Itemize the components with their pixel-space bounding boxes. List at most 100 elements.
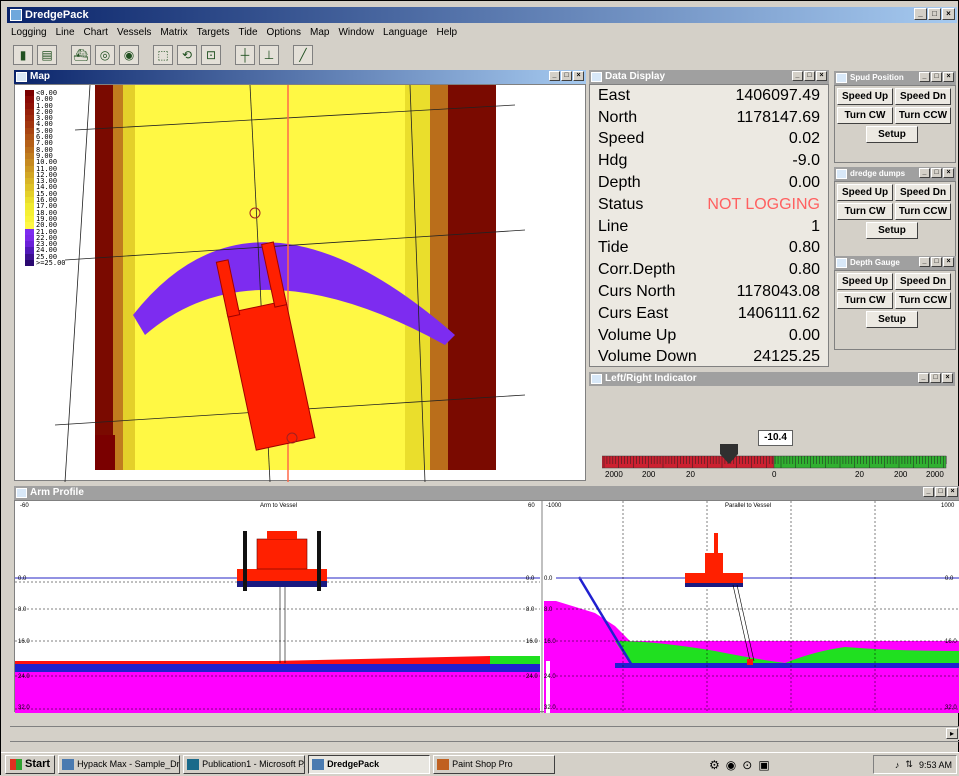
turn-cw-button[interactable]: Turn CW — [837, 292, 893, 309]
menu-help[interactable]: Help — [437, 27, 458, 38]
close-icon[interactable]: × — [943, 168, 954, 178]
speed-up-button[interactable]: Speed Up — [837, 184, 893, 201]
minimize-icon[interactable]: _ — [792, 71, 803, 81]
setup-button[interactable]: Setup — [866, 126, 918, 143]
right-depth-label-right: 0.0 — [945, 576, 954, 582]
panel-titlebar-1[interactable]: dredge dumps _ □ × — [834, 167, 956, 181]
menu-logging[interactable]: Logging — [11, 27, 47, 38]
panel-titlebar-2[interactable]: Depth Gauge _ □ × — [834, 256, 956, 270]
maximize-icon[interactable]: □ — [804, 71, 815, 81]
map-canvas[interactable]: <0.00 0.00 1.00 2.00 3.00 4.00 5.00 6.00 7.00 8.0… — [14, 84, 586, 482]
task-dredgepack[interactable]: DredgePack — [308, 755, 431, 774]
lr-tick-label: 0 — [772, 470, 777, 479]
turn-ccw-button[interactable]: Turn CCW — [895, 203, 951, 220]
close-icon[interactable]: × — [943, 72, 954, 82]
speaker-icon[interactable]: ♪ — [895, 760, 900, 770]
maximize-icon[interactable]: □ — [931, 72, 942, 82]
turn-ccw-button[interactable]: Turn CCW — [895, 107, 951, 124]
data-row-label: Curs East — [598, 304, 669, 322]
close-icon[interactable]: × — [943, 257, 954, 267]
close-icon[interactable]: × — [947, 487, 958, 497]
turn-cw-button[interactable]: Turn CW — [837, 203, 893, 220]
network-icon[interactable]: ⇅ — [905, 759, 913, 770]
vessel-icon[interactable]: ⛴ — [71, 45, 91, 65]
folder-quicklaunch-icon[interactable]: ▣ — [758, 758, 769, 772]
minimize-icon[interactable]: _ — [919, 72, 930, 82]
start-button[interactable]: Start — [5, 755, 56, 774]
turn-ccw-button[interactable]: Turn CCW — [895, 292, 951, 309]
horizontal-scrollbar[interactable]: ▸ — [10, 726, 959, 740]
speed-up-button[interactable]: Speed Up — [837, 88, 893, 105]
setup-button[interactable]: Setup — [866, 311, 918, 328]
maximize-icon[interactable]: □ — [935, 487, 946, 497]
target-icon[interactable]: ◎ — [95, 45, 115, 65]
task-publication[interactable]: Publication1 - Microsoft P... — [183, 755, 306, 774]
speed-dn-button[interactable]: Speed Dn — [895, 184, 951, 201]
windows-logo-icon — [10, 759, 22, 770]
menu-window[interactable]: Window — [338, 27, 374, 38]
browser-quicklaunch-icon[interactable]: ◉ — [726, 758, 736, 772]
minimize-icon[interactable]: _ — [918, 373, 929, 383]
data-display-titlebar[interactable]: Data Display _ □ × — [589, 70, 829, 84]
zoom-icon[interactable]: ◉ — [119, 45, 139, 65]
close-icon[interactable]: × — [942, 8, 955, 20]
setup-button[interactable]: Setup — [866, 222, 918, 239]
clock[interactable]: 9:53 AM — [919, 760, 952, 770]
minimize-icon[interactable]: _ — [549, 71, 560, 81]
scroll-right-icon[interactable]: ▸ — [946, 728, 958, 739]
app-titlebar[interactable]: DredgePack _ □ × — [7, 7, 957, 23]
menu-vessels[interactable]: Vessels — [117, 27, 151, 38]
right-depth-label: 24.0 — [544, 674, 556, 680]
speed-dn-button[interactable]: Speed Dn — [895, 273, 951, 290]
task-hypack[interactable]: Hypack Max - Sample_Dr... — [58, 755, 181, 774]
save-icon[interactable]: ▤ — [37, 45, 57, 65]
legend-label: >=25.00 — [36, 259, 66, 268]
rotate-icon[interactable]: ⟲ — [177, 45, 197, 65]
panel-titlebar-0[interactable]: Spud Position _ □ × — [834, 71, 956, 85]
menu-options[interactable]: Options — [267, 27, 301, 38]
measure-icon[interactable]: ⊡ — [201, 45, 221, 65]
close-icon[interactable]: × — [573, 71, 584, 81]
map-titlebar[interactable]: Map _ □ × — [14, 70, 586, 84]
left-depth-label: 24.0 — [18, 674, 30, 680]
left-vessel-keel — [237, 581, 327, 587]
minimize-icon[interactable]: _ — [923, 487, 934, 497]
speed-dn-button[interactable]: Speed Dn — [895, 88, 951, 105]
task-paintshop[interactable]: Paint Shop Pro — [433, 755, 556, 774]
minimize-icon[interactable]: _ — [919, 168, 930, 178]
pen-icon[interactable]: ╱ — [293, 45, 313, 65]
data-row-value: 0.80 — [788, 261, 820, 279]
menu-line[interactable]: Line — [56, 27, 75, 38]
maximize-icon[interactable]: □ — [931, 168, 942, 178]
speed-up-button[interactable]: Speed Up — [837, 273, 893, 290]
data-row-label: Curs North — [598, 283, 676, 301]
media-quicklaunch-icon[interactable]: ⊙ — [742, 758, 752, 772]
menu-language[interactable]: Language — [383, 27, 428, 38]
menu-matrix[interactable]: Matrix — [160, 27, 187, 38]
app-quicklaunch-icon[interactable]: ⚙ — [709, 758, 720, 772]
lr-pointer-icon[interactable] — [718, 444, 740, 466]
maximize-icon[interactable]: □ — [561, 71, 572, 81]
data-row-curs-north: Curs North 1178043.08 — [598, 281, 820, 303]
left-depth-label: 8.0 — [18, 607, 27, 613]
maximize-icon[interactable]: □ — [930, 373, 941, 383]
maximize-icon[interactable]: □ — [931, 257, 942, 267]
grid-icon[interactable]: ┼ — [235, 45, 255, 65]
open-icon[interactable]: ▮ — [13, 45, 33, 65]
maximize-icon[interactable]: □ — [928, 8, 941, 20]
menu-tide[interactable]: Tide — [238, 27, 257, 38]
arm-profile-titlebar[interactable]: Arm Profile _ □ × — [14, 486, 959, 500]
minimize-icon[interactable]: _ — [919, 257, 930, 267]
lr-indicator-titlebar[interactable]: Left/Right Indicator _ □ × — [589, 372, 955, 386]
ruler-icon[interactable]: ⊥ — [259, 45, 279, 65]
close-icon[interactable]: × — [942, 373, 953, 383]
start-label: Start — [25, 758, 51, 770]
turn-cw-button[interactable]: Turn CW — [837, 107, 893, 124]
pan-icon[interactable]: ⬚ — [153, 45, 173, 65]
data-row-speed: Speed 0.02 — [598, 129, 820, 151]
close-icon[interactable]: × — [816, 71, 827, 81]
menu-chart[interactable]: Chart — [84, 27, 108, 38]
minimize-icon[interactable]: _ — [914, 8, 927, 20]
menu-map[interactable]: Map — [310, 27, 329, 38]
menu-targets[interactable]: Targets — [197, 27, 230, 38]
